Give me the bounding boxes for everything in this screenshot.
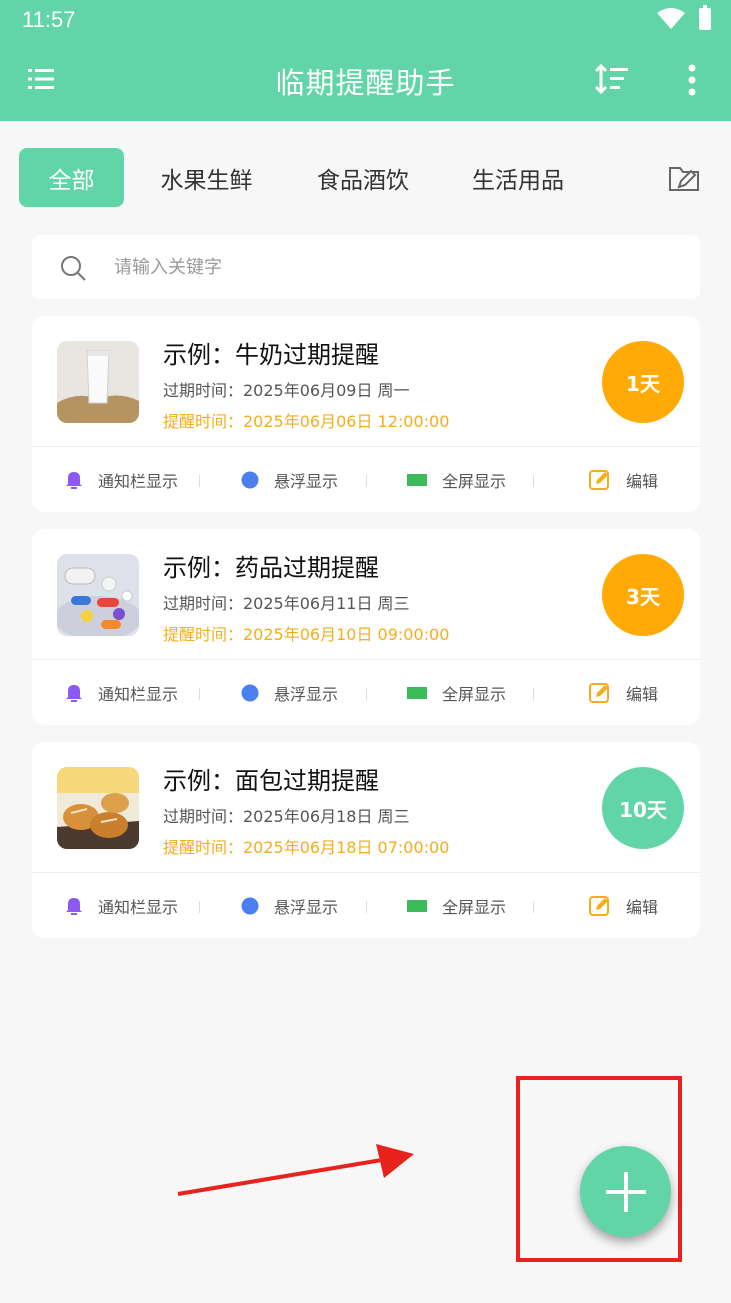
separator [199,901,200,913]
float-toggle[interactable]: 悬浮显示 [240,660,338,725]
fullscreen-icon [407,473,427,486]
notify-label: 通知栏显示 [98,471,179,491]
float-toggle[interactable]: 悬浮显示 [240,447,338,512]
fullscreen-label: 全屏显示 [442,897,507,917]
separator [533,901,534,913]
remind-time: 提醒时间：2025年06月18日 07:00:00 [163,838,450,857]
battery-icon [699,5,711,30]
fullscreen-icon [407,899,427,912]
medicine-image [57,554,139,636]
reminder-card[interactable]: 示例：药品过期提醒 过期时间：2025年06月11日 周三 提醒时间：2025年… [32,529,700,725]
edit-button[interactable]: 编辑 [588,660,658,725]
float-label: 悬浮显示 [274,897,339,917]
milk-image [57,341,139,423]
edit-label: 编辑 [626,471,659,491]
float-dot-icon [241,471,259,488]
item-title: 示例：牛奶过期提醒 [163,341,379,369]
card-actions: 通知栏显示 悬浮显示 全屏显示 编辑 [32,660,700,725]
status-icons [657,5,711,30]
search-bar [32,235,700,299]
separator [366,475,367,487]
separator [533,688,534,700]
tab-fruit-fresh[interactable]: 水果生鲜 [124,148,289,207]
separator [199,475,200,487]
notify-toggle[interactable]: 通知栏显示 [64,873,178,938]
days-left-badge: 10天 [602,767,684,849]
status-time: 11:57 [22,7,76,32]
edit-button[interactable]: 编辑 [588,873,658,938]
search-icon [61,256,86,281]
notify-label: 通知栏显示 [98,684,179,704]
float-dot-icon [241,897,259,914]
edit-label: 编辑 [626,897,659,917]
notify-label: 通知栏显示 [98,897,179,917]
fullscreen-icon [407,686,427,699]
item-title: 示例：面包过期提醒 [163,767,379,795]
float-label: 悬浮显示 [274,684,339,704]
add-reminder-button[interactable] [580,1146,671,1237]
expire-time: 过期时间：2025年06月09日 周一 [163,381,410,400]
edit-icon [589,469,609,490]
fullscreen-label: 全屏显示 [442,684,507,704]
tab-daily-goods[interactable]: 生活用品 [437,148,599,207]
float-label: 悬浮显示 [274,471,339,491]
days-left-badge: 1天 [602,341,684,423]
card-actions: 通知栏显示 悬浮显示 全屏显示 编辑 [32,873,700,938]
card-actions: 通知栏显示 悬浮显示 全屏显示 编辑 [32,447,700,512]
separator [366,688,367,700]
notify-toggle[interactable]: 通知栏显示 [64,447,178,512]
tab-all[interactable]: 全部 [19,148,124,207]
plus-icon [605,1171,646,1212]
bread-image [57,767,139,849]
edit-button[interactable]: 编辑 [588,447,658,512]
expire-time: 过期时间：2025年06月11日 周三 [163,594,410,613]
bell-icon [66,684,82,702]
reminder-card[interactable]: 示例：面包过期提醒 过期时间：2025年06月18日 周三 提醒时间：2025年… [32,742,700,938]
wifi-icon [657,8,685,29]
sort-icon[interactable] [594,64,630,94]
fullscreen-toggle[interactable]: 全屏显示 [406,660,506,725]
tab-food-drinks[interactable]: 食品酒饮 [289,148,437,207]
category-folder-icon[interactable] [667,162,701,194]
separator [199,688,200,700]
item-title: 示例：药品过期提醒 [163,554,379,582]
annotation-arrow [177,1144,414,1196]
more-vertical-icon[interactable] [684,64,700,96]
bell-icon [66,897,82,915]
edit-icon [589,682,609,703]
app-header: 11:57 临期提醒助手 [0,0,731,121]
notify-toggle[interactable]: 通知栏显示 [64,660,178,725]
fullscreen-toggle[interactable]: 全屏显示 [406,873,506,938]
edit-label: 编辑 [626,684,659,704]
fullscreen-toggle[interactable]: 全屏显示 [406,447,506,512]
float-toggle[interactable]: 悬浮显示 [240,873,338,938]
remind-time: 提醒时间：2025年06月10日 09:00:00 [163,625,450,644]
category-tabs: 全部 水果生鲜 食品酒饮 生活用品 [19,148,599,207]
separator [366,901,367,913]
days-left-badge: 3天 [602,554,684,636]
remind-time: 提醒时间：2025年06月06日 12:00:00 [163,412,450,431]
bell-icon [66,471,82,489]
reminder-card[interactable]: 示例：牛奶过期提醒 过期时间：2025年06月09日 周一 提醒时间：2025年… [32,316,700,512]
expire-time: 过期时间：2025年06月18日 周三 [163,807,410,826]
edit-icon [589,895,609,916]
fullscreen-label: 全屏显示 [442,471,507,491]
float-dot-icon [241,684,259,701]
separator [533,475,534,487]
search-input[interactable] [114,249,674,285]
